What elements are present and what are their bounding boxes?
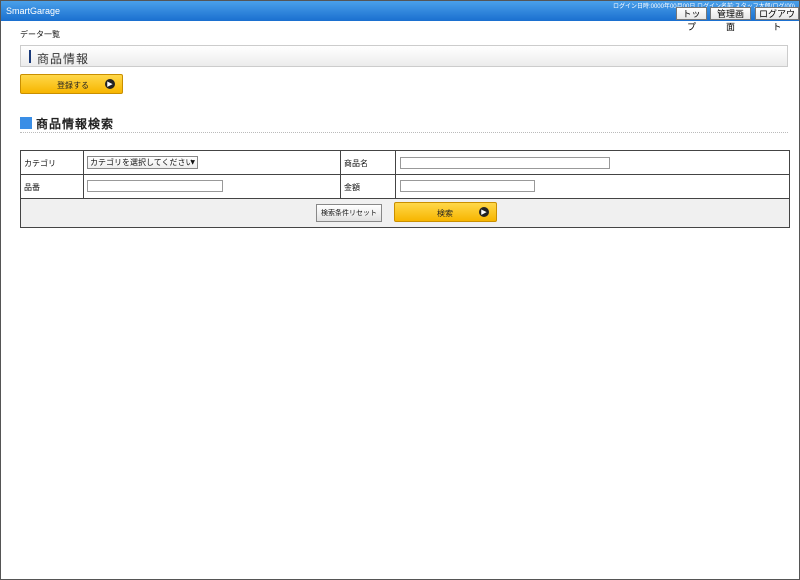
register-button[interactable]: 登録する ▶: [20, 74, 123, 94]
search-button[interactable]: 検索 ▶: [394, 202, 497, 222]
product-name-input-cell: [396, 151, 789, 175]
price-label: 金額: [344, 183, 360, 192]
title-bar-accent: [29, 50, 31, 63]
top-button[interactable]: トップ: [676, 7, 707, 32]
top-bar: SmartGarage ログイン日時:0000年00月00日 ログイン名前:スタ…: [1, 1, 799, 32]
product-name-label: 商品名: [344, 159, 368, 168]
product-name-input[interactable]: [400, 157, 610, 169]
admin-button[interactable]: 管理画面: [710, 7, 751, 32]
breadcrumb[interactable]: データ一覧: [20, 29, 60, 40]
reset-button[interactable]: 検索条件リセット: [316, 204, 382, 222]
register-button-label: 登録する: [57, 81, 89, 90]
logout-button[interactable]: ログアウト: [755, 7, 799, 32]
search-button-label: 検索: [437, 209, 453, 218]
arrow-right-circle-icon: ▶: [105, 79, 115, 89]
price-label-cell: 金額: [341, 175, 396, 199]
dropdown-arrow-icon: ▼: [190, 159, 195, 166]
category-select[interactable]: カテゴリを選択してください ▼: [87, 156, 198, 169]
price-input[interactable]: [400, 180, 535, 192]
page-title: 商品情報: [37, 52, 90, 66]
price-input-cell: [396, 175, 789, 199]
category-label-cell: カテゴリ: [21, 151, 84, 175]
section-square-icon: [20, 117, 32, 129]
search-button-row: 検索条件リセット 検索 ▶: [21, 199, 789, 227]
part-number-input[interactable]: [87, 180, 223, 192]
product-name-label-cell: 商品名: [341, 151, 396, 175]
category-select-value: カテゴリを選択してください: [90, 158, 194, 167]
part-number-label-cell: 品番: [21, 175, 84, 199]
part-number-label: 品番: [24, 183, 40, 192]
brand-logo: SmartGarage: [6, 6, 61, 16]
category-input-cell: カテゴリを選択してください ▼: [84, 151, 341, 175]
search-form: カテゴリ カテゴリを選択してください ▼ 商品名 品番 金額 検索条件リセット …: [20, 150, 790, 228]
part-number-input-cell: [84, 175, 341, 199]
section-title: 商品情報検索: [36, 117, 115, 131]
arrow-right-circle-icon: ▶: [479, 207, 489, 217]
section-divider: [20, 132, 788, 133]
page-title-box: 商品情報: [20, 45, 788, 67]
category-label: カテゴリ: [24, 159, 56, 168]
